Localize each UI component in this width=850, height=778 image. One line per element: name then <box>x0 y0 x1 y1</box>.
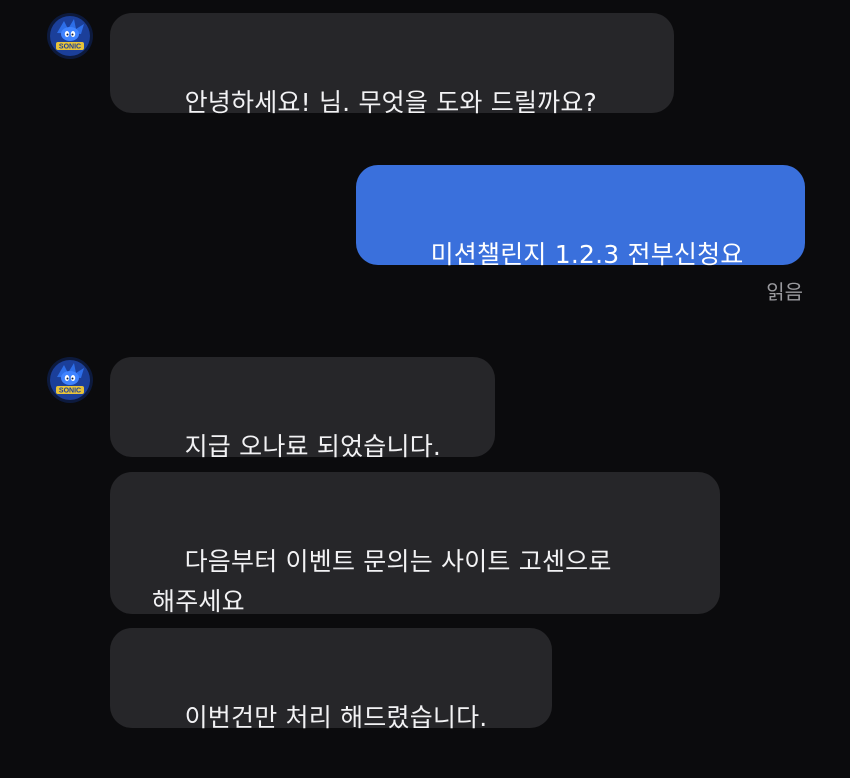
message-text: 이번건만 처리 해드렸습니다. <box>184 703 488 732</box>
incoming-message[interactable]: 지급 오나료 되었습니다. <box>110 357 495 461</box>
sonic-avatar-icon: SONIC <box>47 13 93 59</box>
outgoing-message[interactable]: 미션챌린지 1.2.3 전부신청요 <box>356 165 805 269</box>
chat-thread: SONIC 안녕하세요! 님. 무엇을 도와 드릴까요? 미션챌린지 1.2.3… <box>0 0 850 740</box>
sender-avatar[interactable]: SONIC <box>47 13 93 59</box>
sender-avatar[interactable]: SONIC <box>47 357 93 403</box>
incoming-message[interactable]: 다음부터 이벤트 문의는 사이트 고센으로 해주세요 <box>110 472 720 616</box>
incoming-message[interactable]: 이번건만 처리 해드렸습니다. <box>110 628 552 732</box>
message-text: 안녕하세요! 님. 무엇을 도와 드릴까요? <box>184 88 598 117</box>
message-text: 미션챌린지 1.2.3 전부신청요 <box>430 240 744 269</box>
sonic-avatar-icon: SONIC <box>47 357 93 403</box>
read-receipt: 읽음 <box>766 280 803 304</box>
message-text: 지급 오나료 되었습니다. <box>184 432 442 461</box>
svg-text:SONIC: SONIC <box>59 388 81 395</box>
message-text: 다음부터 이벤트 문의는 사이트 고센으로 해주세요 <box>152 547 612 616</box>
svg-text:SONIC: SONIC <box>59 44 81 51</box>
incoming-message[interactable]: 안녕하세요! 님. 무엇을 도와 드릴까요? <box>110 13 674 117</box>
